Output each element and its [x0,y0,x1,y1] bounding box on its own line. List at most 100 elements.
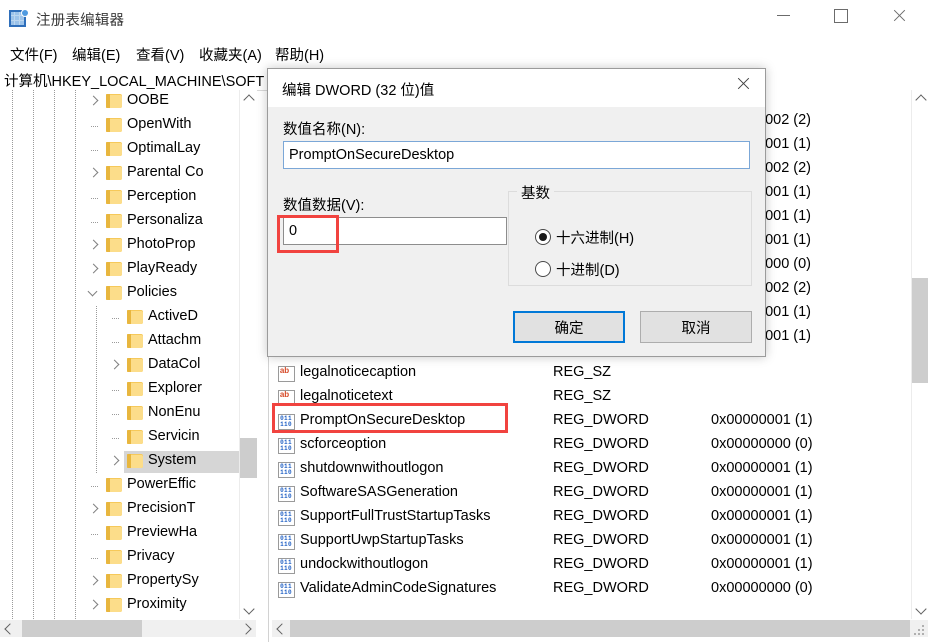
tree-item-label: PhotoProp [127,236,196,252]
values-vertical-scrollbar[interactable] [911,90,928,619]
tree-indent-guide [12,282,13,306]
table-row[interactable]: 011 110 undockwithoutlogon REG_DWORD 0x00000… [272,554,912,578]
chevron-right-icon[interactable] [88,600,99,611]
tree-item-proximity[interactable]: Proximity [0,594,256,618]
tree-item-servicin[interactable]: Servicin [0,426,256,450]
tree-scroll-up-button[interactable] [240,90,257,107]
registry-tree-pane[interactable]: OOBE OpenWith OptimalLay Parental Co Percept… [0,90,256,619]
tree-indent-guide [75,522,76,546]
tree-item-system[interactable]: System [0,450,256,474]
value-name-input[interactable]: PromptOnSecureDesktop [283,141,750,169]
tree-horizontal-scrollbar[interactable] [0,620,256,637]
table-row[interactable]: ab legalnoticecaption REG_SZ [272,362,912,386]
tree-item-oobe[interactable]: OOBE [0,90,256,114]
chevron-right-icon[interactable] [88,96,99,107]
chevron-right-icon[interactable] [88,264,99,275]
values-scroll-left-button[interactable] [272,620,289,637]
tree-item-precisiont[interactable]: PrecisionT [0,498,256,522]
tree-item-explorer[interactable]: Explorer [0,378,256,402]
value-name-cell: SupportFullTrustStartupTasks [300,508,491,524]
tree-item-policies[interactable]: Policies [0,282,256,306]
table-row[interactable]: 011 110 SupportFullTrustStartupTasks REG_DW… [272,506,912,530]
values-scroll-down-button[interactable] [912,602,928,619]
tree-indent-guide [33,186,34,210]
dialog-title-bar: 编辑 DWORD (32 位)值 [268,69,765,107]
tree-item-pushnotifi[interactable]: PushNotifi [0,618,256,619]
tree-item-label: Explorer [148,380,202,396]
table-row[interactable]: 011 110 shutdownwithoutlogon REG_DWORD 0x000… [272,458,912,482]
tree-item-openwith[interactable]: OpenWith [0,114,256,138]
value-name-cell: shutdownwithoutlogon [300,460,444,476]
table-row[interactable]: 011 110 scforceoption REG_DWORD 0x00000000 (… [272,434,912,458]
values-scroll-up-button[interactable] [912,90,928,107]
value-data-cell: 0x00000000 (0) [711,580,813,596]
menu-item-view[interactable]: 查看(V) [131,43,189,66]
tree-item-parental-co[interactable]: Parental Co [0,162,256,186]
chevron-right-icon[interactable] [109,456,120,467]
radio-decimal-indicator [535,261,551,277]
tree-item-optimallay[interactable]: OptimalLay [0,138,256,162]
values-hscrollbar-thumb[interactable] [290,620,910,637]
chevron-down-icon[interactable] [88,288,99,299]
tree-hscrollbar-thumb[interactable] [22,620,142,637]
tree-item-datacol[interactable]: DataCol [0,354,256,378]
ok-button[interactable]: 确定 [513,311,625,343]
chevron-right-icon[interactable] [109,360,120,371]
tree-scroll-right-button[interactable] [239,620,256,637]
tree-indent-guide [54,570,55,594]
value-type-cell: REG_DWORD [553,532,649,548]
resize-grip-icon[interactable] [914,623,926,635]
value-name-cell: SoftwareSASGeneration [300,484,458,500]
tree-item-perception[interactable]: Perception [0,186,256,210]
menu-item-help[interactable]: 帮助(H) [270,43,329,66]
dialog-close-button[interactable] [721,69,765,99]
tree-vertical-scrollbar[interactable] [239,90,257,619]
chevron-right-icon[interactable] [88,240,99,251]
tree-scrollbar-thumb[interactable] [240,438,257,478]
menu-item-edit[interactable]: 编辑(E) [67,43,125,66]
close-icon [736,77,750,91]
tree-elbow [91,150,99,151]
tree-item-playready[interactable]: PlayReady [0,258,256,282]
menu-item-favorites[interactable]: 收藏夹(A) [194,43,267,66]
value-type-cell: REG_DWORD [553,484,649,500]
tree-indent-guide [33,498,34,522]
cancel-button[interactable]: 取消 [640,311,752,343]
folder-icon [106,478,122,492]
tree-indent-guide [33,234,34,258]
tree-indent-guide [54,378,55,402]
values-scrollbar-thumb[interactable] [912,278,928,383]
tree-scroll-left-button[interactable] [0,620,17,637]
tree-item-propertysy[interactable]: PropertySy [0,570,256,594]
tree-item-actived[interactable]: ActiveD [0,306,256,330]
close-button[interactable] [876,0,922,31]
menu-item-file[interactable]: 文件(F) [5,43,63,66]
chevron-right-icon[interactable] [88,168,99,179]
maximize-button[interactable] [818,0,864,31]
tree-indent-guide [33,306,34,330]
tree-item-label: Proximity [127,596,187,612]
tree-scroll-down-button[interactable] [240,602,257,619]
tree-item-attachm[interactable]: Attachm [0,330,256,354]
tree-item-label: PrecisionT [127,500,196,516]
tree-item-powereffic[interactable]: PowerEffic [0,474,256,498]
table-row[interactable]: 011 110 SupportUwpStartupTasks REG_DWORD 0x0… [272,530,912,554]
minimize-button[interactable] [760,0,806,31]
value-type-cell: REG_DWORD [553,412,649,428]
chevron-right-icon[interactable] [88,504,99,515]
maximize-icon [834,8,848,23]
tree-indent-guide [12,378,13,402]
table-row[interactable]: 011 110 SoftwareSASGeneration REG_DWORD 0x00… [272,482,912,506]
tree-item-nonenu[interactable]: NonEnu [0,402,256,426]
folder-icon [127,382,143,396]
chevron-right-icon[interactable] [88,576,99,587]
tree-item-privacy[interactable]: Privacy [0,546,256,570]
tree-indent-guide [12,90,13,114]
tree-indent-guide [54,210,55,234]
tree-elbow [91,558,99,559]
tree-item-personaliza[interactable]: Personaliza [0,210,256,234]
tree-item-photoprop[interactable]: PhotoProp [0,234,256,258]
tree-item-previewha[interactable]: PreviewHa [0,522,256,546]
values-horizontal-scrollbar[interactable] [272,620,928,637]
table-row[interactable]: 011 110 ValidateAdminCodeSignatures REG_DWO… [272,578,912,602]
